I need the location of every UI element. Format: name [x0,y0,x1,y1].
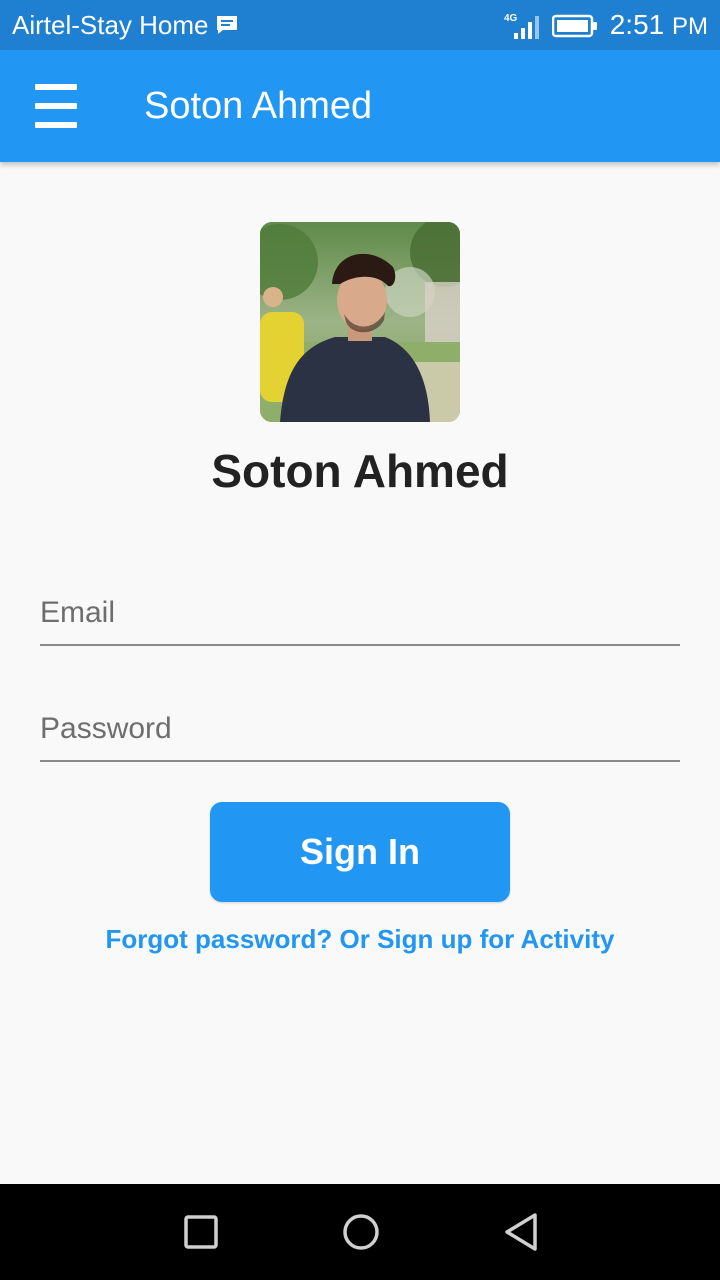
clock-ampm: PM [672,13,708,40]
forgot-password-signup-link[interactable]: Forgot password? Or Sign up for Activity [0,922,720,956]
home-icon[interactable] [339,1210,383,1254]
email-field [40,566,680,646]
app-bar-title: Soton Ahmed [144,85,373,127]
password-input[interactable] [40,712,680,746]
status-bar: Airtel-Stay Home 4G 2:51 PM [0,0,720,50]
profile-name: Soton Ahmed [211,445,509,497]
back-icon[interactable] [499,1210,543,1254]
network-type: 4G [504,13,518,24]
password-field [40,682,680,762]
app-bar: Soton Ahmed [0,50,720,162]
screen: Airtel-Stay Home 4G 2:51 PM Soton Ahmed … [0,0,720,1280]
carrier-info: Airtel-Stay Home [12,10,239,40]
clock-time: 2:51 [609,9,665,40]
clock: 2:51 PM [610,9,708,43]
carrier-name: Airtel-Stay Home [12,10,209,40]
profile-photo [260,222,460,422]
signal-4g-icon: 4G [504,13,539,39]
status-icons: 4G 2:51 PM [504,8,708,44]
hamburger-menu-icon[interactable] [28,80,84,132]
message-notification-icon [216,16,237,34]
battery-icon [551,14,597,38]
recent-apps-icon[interactable] [179,1210,223,1254]
email-input[interactable] [40,596,680,630]
navigation-bar [0,1184,720,1280]
sign-in-button[interactable]: Sign In [210,802,510,902]
